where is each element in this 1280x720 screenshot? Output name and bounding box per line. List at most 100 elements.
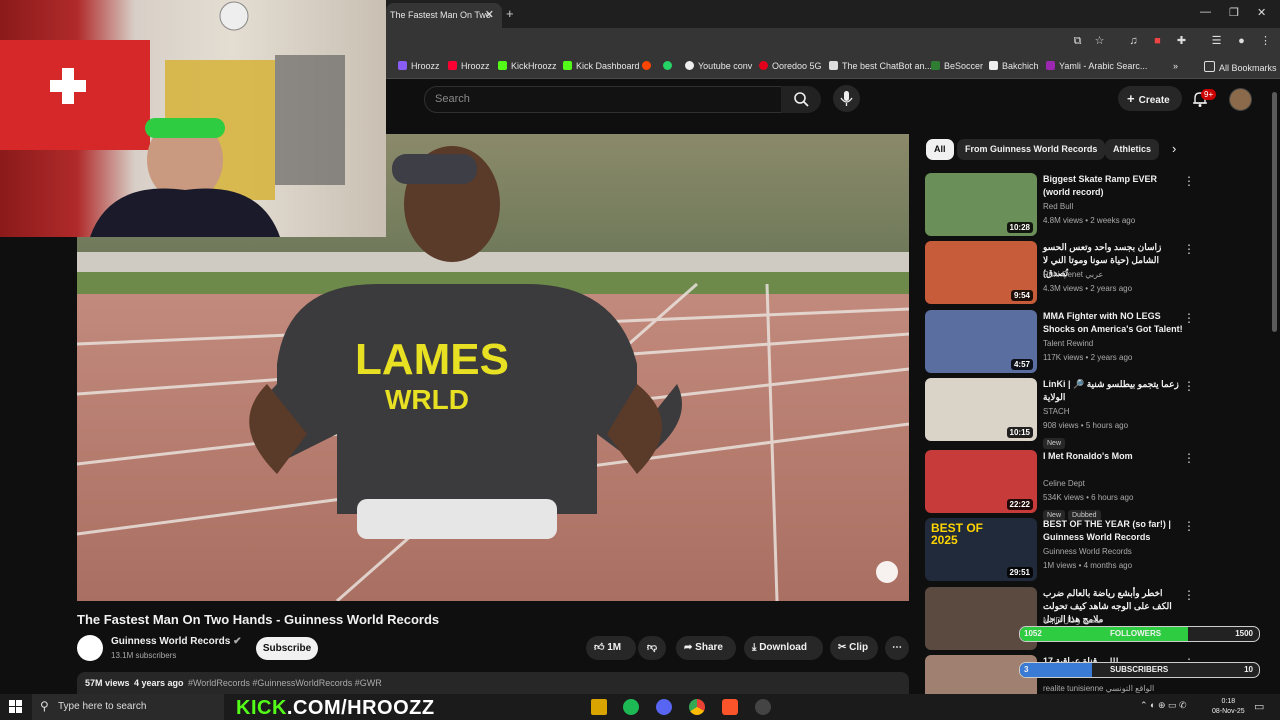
description-box[interactable]: 57M views 4 years ago #WorldRecords #Gui… [77, 672, 909, 694]
extension-icon[interactable]: ■ [1151, 35, 1164, 48]
recommended-channel-name[interactable]: Celine Dept [1043, 479, 1085, 488]
recommended-channel-name[interactable]: Ruhi Çenet عربي [1043, 270, 1103, 279]
account-avatar[interactable] [1229, 88, 1252, 111]
like-button[interactable]: 👍︎ 1M [586, 636, 636, 660]
voice-search-button[interactable] [833, 85, 860, 112]
more-options-icon[interactable]: ⋮ [1183, 379, 1195, 393]
recommended-channel-name[interactable]: realite tunisienne الواقع التونسي [1043, 684, 1154, 693]
page-scrollbar[interactable] [1272, 92, 1277, 332]
video-thumbnail[interactable]: BEST OF 2025 29:51 [925, 518, 1037, 581]
extensions-puzzle-icon[interactable]: ✚ [1175, 35, 1188, 48]
close-tab-icon[interactable]: ✕ [485, 3, 494, 28]
kick-channel-overlay: KICK.COM/HROOZZ [236, 697, 435, 719]
more-actions-button[interactable]: ⋯ [885, 636, 909, 660]
more-options-icon[interactable]: ⋮ [1183, 174, 1195, 188]
cast-icon[interactable]: ⧉ [1071, 35, 1084, 48]
clip-button[interactable]: ✂ Clip [830, 636, 878, 660]
bookmark-item[interactable]: BeSoccer [931, 61, 983, 71]
dislike-button[interactable]: 👎︎ [638, 636, 666, 660]
reading-list-icon[interactable]: ☰ [1210, 35, 1223, 48]
share-button[interactable]: ➦ Share [676, 636, 736, 660]
recommended-channel-name[interactable]: Red Bull [1043, 202, 1073, 211]
video-thumbnail[interactable]: 9:54 [925, 241, 1037, 304]
subscribers-label: SUBSCRIBERS [1110, 665, 1169, 674]
video-thumbnail[interactable]: 4:57 [925, 310, 1037, 373]
more-options-icon[interactable]: ⋮ [1183, 242, 1195, 256]
shirt-text-bottom: WRLD [385, 384, 469, 415]
chip-from-channel[interactable]: From Guinness World Records [957, 139, 1106, 160]
recommended-channel-name[interactable]: STACH [1043, 407, 1070, 416]
hashtags: #WorldRecords #GuinnessWorldRecords #GWR [187, 678, 382, 688]
video-duration: 10:15 [1006, 427, 1033, 438]
bookmark-star-icon[interactable]: ☆ [1093, 35, 1106, 48]
search-icon: ⚲ [40, 699, 49, 713]
more-options-icon[interactable]: ⋮ [1183, 311, 1195, 325]
windows-start-icon[interactable] [9, 700, 23, 719]
file-explorer-icon[interactable] [591, 699, 607, 715]
channel-avatar[interactable] [77, 635, 103, 661]
bookmark-item[interactable]: Yamli - Arabic Searc... [1046, 61, 1147, 71]
bookmark-item[interactable]: KickHroozz [498, 61, 557, 71]
recommended-video-title[interactable]: Biggest Skate Ramp EVER (world record) [1043, 173, 1183, 199]
video-duration: 9:54 [1010, 290, 1033, 301]
recommended-video-meta: 4.8M views • 2 weeks ago [1043, 216, 1136, 225]
more-bookmarks-icon[interactable]: » [1173, 61, 1178, 71]
recommended-video-title[interactable]: LinKi | 🔎 زعما يتجمو بيطلسو شنية الولاية [1043, 378, 1183, 404]
recommended-video-title[interactable]: MMA Fighter with NO LEGS Shocks on Ameri… [1043, 310, 1183, 336]
bookmark-item[interactable]: Bakchich [989, 61, 1039, 71]
more-options-icon[interactable]: ⋮ [1183, 451, 1195, 465]
video-thumbnail[interactable]: 22:22 [925, 450, 1037, 513]
bookmark-item[interactable]: The best ChatBot an... [829, 61, 932, 71]
discord-icon[interactable] [656, 699, 672, 715]
bookmark-item[interactable] [642, 61, 655, 71]
verified-icon: ✔ [233, 636, 242, 647]
taskbar-search-input[interactable]: ⚲ Type here to search [32, 694, 224, 720]
new-tab-icon[interactable]: + [506, 6, 514, 21]
chrome-menu-icon[interactable]: ⋮ [1259, 35, 1272, 48]
video-thumbnail[interactable]: 10:15 [925, 378, 1037, 441]
app-icon[interactable] [755, 699, 771, 715]
subscribe-button[interactable]: Subscribe [256, 637, 318, 660]
bookmark-item[interactable]: Ooredoo 5G [759, 61, 822, 71]
bookmark-item[interactable]: Kick Dashboard [563, 61, 640, 71]
bookmark-item[interactable]: All Bookmarks [1204, 61, 1277, 73]
more-icon: ⋯ [892, 642, 902, 653]
create-button[interactable]: + Create [1118, 86, 1182, 111]
search-button[interactable] [781, 86, 821, 113]
bookmark-item[interactable]: Hroozz [398, 61, 440, 71]
chip-athletics[interactable]: Athletics [1105, 139, 1160, 160]
media-icon[interactable]: ♫ [1127, 35, 1140, 48]
more-options-icon[interactable]: ⋮ [1183, 519, 1195, 533]
channel-name[interactable]: Guinness World Records ✔ [111, 636, 241, 647]
notification-center-icon[interactable]: ▭ [1254, 700, 1264, 713]
restore-icon[interactable]: ❐ [1229, 6, 1239, 19]
system-tray-icons[interactable]: ⌃ ◐ ⊕ ▭ ✆ [1140, 700, 1187, 711]
system-clock[interactable]: 0:18 08-Nov-25 [1212, 697, 1245, 717]
search-input[interactable]: Search [424, 86, 782, 113]
chip-all[interactable]: All [926, 139, 954, 160]
recommended-video-meta: 4.3M views • 2 years ago [1043, 284, 1133, 293]
profile-icon[interactable]: ● [1235, 35, 1248, 48]
recommended-video-title[interactable]: BEST OF THE YEAR (so far!) | Guinness Wo… [1043, 518, 1183, 544]
more-options-icon[interactable]: ⋮ [1183, 588, 1195, 602]
download-button[interactable]: ⤓ Download [744, 636, 823, 660]
recommended-channel-name[interactable]: MHD محمد رحال [1043, 616, 1101, 625]
bookmark-item[interactable] [663, 61, 676, 71]
close-window-icon[interactable]: ✕ [1257, 6, 1266, 19]
chrome-icon[interactable] [689, 699, 705, 715]
recommended-video-meta: 534K views • 6 hours ago [1043, 493, 1134, 502]
subscribers-current: 3 [1024, 665, 1029, 674]
brave-icon[interactable] [722, 699, 738, 715]
chevron-right-icon[interactable]: › [1172, 141, 1176, 156]
recommended-channel-name[interactable]: Talent Rewind [1043, 339, 1093, 348]
bookmark-item[interactable]: Youtube conv [685, 61, 752, 71]
recommended-video-title[interactable]: I Met Ronaldo's Mom [1043, 450, 1183, 463]
spotify-icon[interactable] [623, 699, 639, 715]
minimize-icon[interactable]: — [1200, 6, 1211, 18]
bookmark-item[interactable]: Hroozz [448, 61, 490, 71]
video-thumbnail[interactable]: 10:28 [925, 173, 1037, 236]
browser-tab[interactable]: The Fastest Man On Two ✕ [386, 3, 502, 28]
notification-badge: 9+ [1201, 89, 1217, 100]
search-icon [794, 92, 809, 107]
recommended-channel-name[interactable]: Guinness World Records [1043, 547, 1132, 556]
